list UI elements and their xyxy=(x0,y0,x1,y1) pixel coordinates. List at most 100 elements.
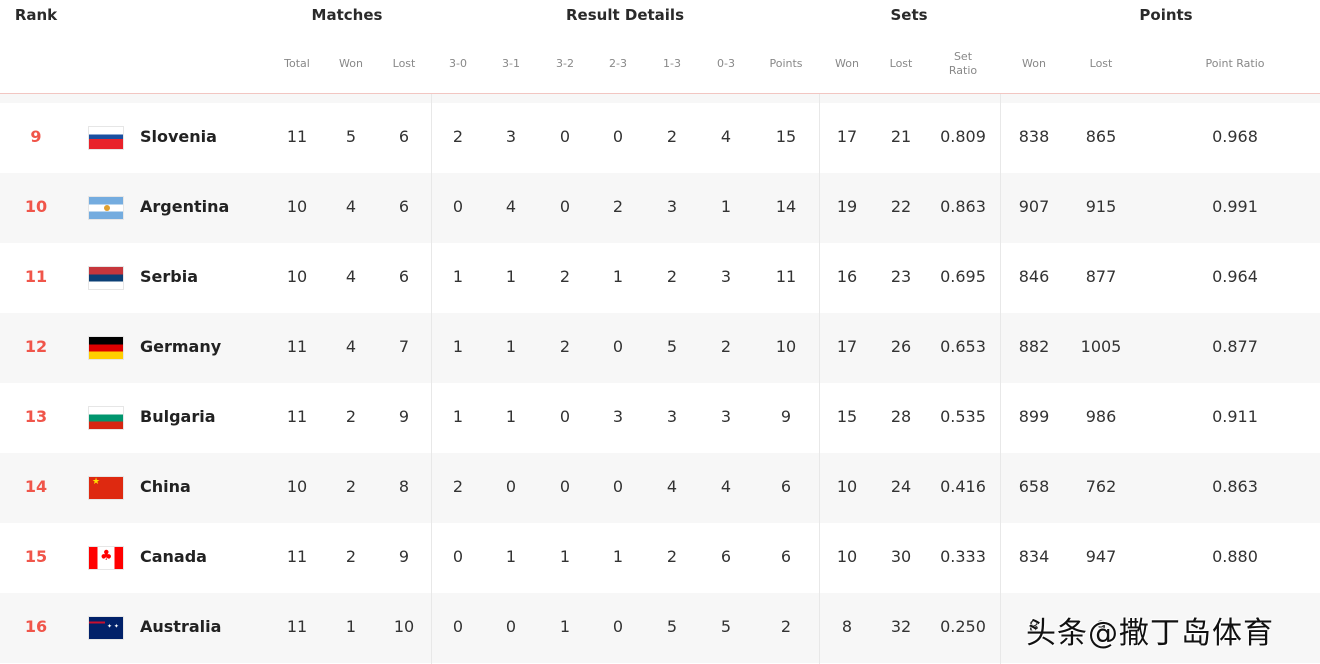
table-row[interactable]: 14 China 10 2 8 2 0 0 0 4 4 6 10 24 0.416 658 762 0.863 xyxy=(0,453,1320,523)
cell-value: 17 xyxy=(836,337,858,356)
cell-value: 907 xyxy=(1018,197,1050,216)
cell-value: 0 xyxy=(559,407,571,426)
cell-value: 3 xyxy=(505,127,517,146)
cell-value: 6 xyxy=(398,127,410,146)
cell-value: 1 xyxy=(505,407,517,426)
cell-value: 0 xyxy=(505,477,517,496)
cell-value: 10 xyxy=(836,547,858,566)
table-row[interactable]: 9 Slovenia 11 5 6 2 3 0 0 2 4 15 17 21 0.809 838 865 0.9… xyxy=(0,103,1320,173)
cell-value: 3 xyxy=(666,407,678,426)
cell-value: 986 xyxy=(1085,407,1117,426)
rank: 9 xyxy=(30,127,42,146)
cell-value: 899 xyxy=(1018,407,1050,426)
cell-value: 0 xyxy=(452,197,464,216)
table-row[interactable]: 10 Argentina 10 4 6 0 4 0 2 3 1 14 19 22 0.863 907 915 0… xyxy=(0,173,1320,243)
column-header: Lost xyxy=(392,57,416,70)
column-header: 3-0 xyxy=(449,57,467,70)
team-name[interactable]: Slovenia xyxy=(140,127,217,146)
cell-value: 2 xyxy=(666,547,678,566)
cell-value: 14 xyxy=(775,197,797,216)
cell-value: 0 xyxy=(505,617,517,636)
cell-value: 0.653 xyxy=(940,337,986,356)
cell-value: 2 xyxy=(559,267,571,286)
cell-value: 15 xyxy=(775,127,797,146)
cell-value: 15 xyxy=(836,407,858,426)
column-header: Points xyxy=(769,57,803,70)
cell-value: 0.333 xyxy=(940,547,986,566)
team-name[interactable]: Argentina xyxy=(140,197,229,216)
cell-value: 6 xyxy=(780,547,792,566)
group-header-points: Points xyxy=(1139,6,1193,24)
group-header-results: Result Details xyxy=(566,6,684,24)
cell-value: 0.911 xyxy=(1212,407,1258,426)
cell-value: 1 xyxy=(505,267,517,286)
cell-value: 2 xyxy=(666,267,678,286)
group-header-matches: Matches xyxy=(311,6,383,24)
table-row[interactable]: 15 Canada1129011126610300.3338349470.880 xyxy=(0,523,1320,593)
cell-value: 26 xyxy=(890,337,912,356)
column-header: Lost xyxy=(889,57,913,70)
cell-value: 5 xyxy=(666,337,678,356)
cell-value: 0.809 xyxy=(940,127,986,146)
rank: 11 xyxy=(24,267,48,286)
cell-value: 1 xyxy=(452,267,464,286)
cell-value: 0 xyxy=(559,197,571,216)
column-header: Point Ratio xyxy=(1205,57,1265,70)
cell-value: 1 xyxy=(612,547,624,566)
table-row[interactable]: 13 Bulgaria 11 2 9 1 1 0 3 3 3 9 15 28 0.535 899 986 0.9… xyxy=(0,383,1320,453)
team-name[interactable]: Canada xyxy=(140,547,207,566)
cell-value: 0.416 xyxy=(940,477,986,496)
cell-value: 947 xyxy=(1085,547,1117,566)
flag-china-icon xyxy=(88,476,124,500)
cell-value: 32 xyxy=(890,617,912,636)
team-name[interactable]: China xyxy=(140,477,191,496)
team-name[interactable]: Australia xyxy=(140,617,221,636)
table-row[interactable]: 11 Serbia 10 4 6 1 1 2 1 2 3 11 16 23 0.695 846 877 0.96… xyxy=(0,243,1320,313)
column-header: Lost xyxy=(1089,57,1113,70)
cell-value: 1 xyxy=(452,407,464,426)
cell-value: 2 xyxy=(345,407,357,426)
cell-value: 2 xyxy=(452,477,464,496)
cell-value: 0 xyxy=(612,477,624,496)
flag-australia-icon xyxy=(88,616,124,640)
cell-value: 0.250 xyxy=(940,617,986,636)
column-header: 2-3 xyxy=(609,57,627,70)
flag-serbia-icon xyxy=(88,266,124,290)
cell-value: 1 xyxy=(505,337,517,356)
cell-value: 10 xyxy=(286,197,308,216)
cell-value: 10 xyxy=(393,617,415,636)
cell-value: 23 xyxy=(890,267,912,286)
cell-value: 2 xyxy=(666,127,678,146)
cell-value: 6 xyxy=(398,197,410,216)
cell-value: 16 xyxy=(836,267,858,286)
cell-value: 0.877 xyxy=(1212,337,1258,356)
cell-value: 0.964 xyxy=(1212,267,1258,286)
cell-value: 2 xyxy=(452,127,464,146)
table-row[interactable]: 12 Germany 11 4 7 1 1 2 0 5 2 10 17 26 0.653 882 1005 0.… xyxy=(0,313,1320,383)
cell-value: 838 xyxy=(1018,127,1050,146)
cell-value: 10 xyxy=(775,337,797,356)
cell-value: 0 xyxy=(452,617,464,636)
cell-value: 8 xyxy=(841,617,853,636)
cell-value: 1005 xyxy=(1080,337,1122,356)
cell-value: 0.863 xyxy=(940,197,986,216)
team-name[interactable]: Serbia xyxy=(140,267,198,286)
team-name[interactable]: Bulgaria xyxy=(140,407,216,426)
cell-value: 0 xyxy=(612,617,624,636)
column-header: Won xyxy=(1022,57,1046,70)
cell-value: 4 xyxy=(720,477,732,496)
rank: 16 xyxy=(24,617,48,636)
rank: 14 xyxy=(24,477,48,496)
team-name[interactable]: Germany xyxy=(140,337,221,356)
cell-value: 915 xyxy=(1085,197,1117,216)
cell-value: 10 xyxy=(836,477,858,496)
cell-value: 4 xyxy=(345,197,357,216)
cell-value: 0 xyxy=(612,127,624,146)
cell-value: 0.535 xyxy=(940,407,986,426)
cell-value: 6 xyxy=(720,547,732,566)
cell-value: 24 xyxy=(890,477,912,496)
cell-value: 3 xyxy=(666,197,678,216)
rank: 12 xyxy=(24,337,48,356)
rank: 10 xyxy=(24,197,48,216)
flag-bulgaria-icon xyxy=(88,406,124,430)
